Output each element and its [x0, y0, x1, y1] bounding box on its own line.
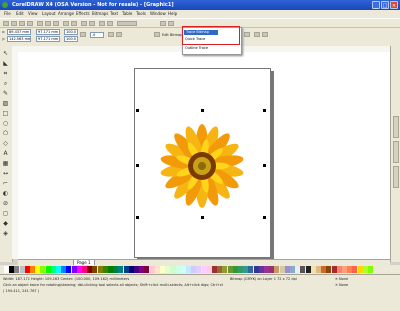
height-field[interactable]: 97.171 mm — [36, 36, 60, 42]
selection-handle[interactable] — [136, 216, 139, 219]
rotation-angle-field[interactable]: .0 — [90, 32, 104, 38]
menu-bitmaps[interactable]: Bitmaps — [92, 10, 108, 18]
shape-tool-icon[interactable]: ◣ — [2, 60, 9, 67]
object-info-text: Bitmap (CMYK) on Layer 1 72 x 72 dpi — [230, 277, 297, 281]
menu-tools[interactable]: Tools — [136, 10, 146, 18]
selection-handle[interactable] — [263, 216, 266, 219]
menu-file[interactable]: File — [4, 10, 11, 18]
wrap-text-icon[interactable] — [244, 32, 250, 37]
fill-tool-icon[interactable]: ◆ — [2, 220, 9, 227]
docker-sidebar — [390, 46, 400, 262]
maximize-button[interactable]: □ — [381, 1, 389, 9]
selection-handle[interactable] — [136, 164, 139, 167]
pick-tool-icon[interactable]: ↖ — [2, 50, 9, 57]
coreldraw-app-icon — [2, 2, 8, 8]
rectangle-tool-icon[interactable]: □ — [2, 110, 9, 117]
zoom-level-dropdown[interactable] — [117, 21, 137, 26]
connector-tool-icon[interactable]: ⌐ — [2, 180, 9, 187]
document-page[interactable] — [134, 68, 271, 258]
copy-icon[interactable] — [45, 21, 51, 26]
menu-text[interactable]: Text — [110, 10, 118, 18]
selection-handle[interactable] — [263, 164, 266, 167]
save-icon[interactable] — [19, 21, 25, 26]
export-icon[interactable] — [89, 21, 95, 26]
zoom-tool-icon[interactable]: ⌕ — [2, 80, 9, 87]
flower-core — [198, 162, 206, 170]
y-label: y: — [2, 37, 5, 41]
object-dimensions-text: Width: 187.171 Height: 109.163 Center: (… — [3, 277, 130, 281]
x-position-field[interactable]: 89.437 mm — [7, 29, 31, 35]
status-bar: Width: 187.171 Height: 109.163 Center: (… — [0, 274, 400, 311]
menu-view[interactable]: View — [28, 10, 38, 18]
docker-tab[interactable] — [393, 166, 399, 188]
color-palette — [0, 265, 400, 274]
bitmap-icon[interactable] — [154, 32, 160, 37]
fill-value: None — [339, 277, 349, 281]
mirror-vertical-icon[interactable] — [116, 32, 122, 37]
fill-indicator: ✕ None — [335, 277, 349, 281]
new-icon[interactable] — [3, 21, 9, 26]
mirror-horizontal-icon[interactable] — [108, 32, 114, 37]
freehand-tool-icon[interactable]: ✎ — [2, 90, 9, 97]
menu-effects[interactable]: Effects — [76, 10, 90, 18]
welcome-screen-icon[interactable] — [107, 21, 113, 26]
basic-shapes-tool-icon[interactable]: ◇ — [2, 140, 9, 147]
cursor-coordinates-text: ( 194.411, 241.767 ) — [3, 289, 40, 293]
selection-handle[interactable] — [201, 109, 204, 112]
menu-layout[interactable]: Layout — [42, 10, 56, 18]
paste-icon[interactable] — [53, 21, 59, 26]
print-icon[interactable] — [27, 21, 33, 26]
close-button[interactable]: × — [390, 1, 398, 9]
table-tool-icon[interactable]: ▦ — [2, 160, 9, 167]
redo-icon[interactable] — [71, 21, 77, 26]
outline-trace-menu-item[interactable]: Outline Trace — [185, 46, 208, 51]
lock-ratio-icon[interactable] — [80, 32, 86, 37]
menu-bar: File Edit View Layout Arrange Effects Bi… — [0, 10, 400, 18]
polygon-tool-icon[interactable]: ⬠ — [2, 130, 9, 137]
y-position-field[interactable]: 142.563 mm — [7, 36, 31, 42]
to-front-icon[interactable] — [254, 32, 260, 37]
menu-table[interactable]: Table — [122, 10, 132, 18]
ellipse-tool-icon[interactable]: ○ — [2, 120, 9, 127]
cut-icon[interactable] — [37, 21, 43, 26]
title-bar: CorelDRAW X4 (OSA Version - Not for resa… — [0, 0, 400, 10]
x-label: x: — [2, 30, 6, 34]
outline-tool-icon[interactable]: ◻ — [2, 210, 9, 217]
color-swatch[interactable] — [368, 266, 373, 273]
to-back-icon[interactable] — [262, 32, 268, 37]
snap-to-icon[interactable] — [160, 21, 166, 26]
outline-indicator: ✕ None — [335, 283, 349, 287]
undo-icon[interactable] — [63, 21, 69, 26]
scale-x-field[interactable]: 100.0 — [64, 29, 78, 35]
open-icon[interactable] — [11, 21, 17, 26]
blend-tool-icon[interactable]: ◐ — [2, 190, 9, 197]
selection-handle[interactable] — [201, 216, 204, 219]
selection-handle[interactable] — [263, 109, 266, 112]
smart-fill-tool-icon[interactable]: ▨ — [2, 100, 9, 107]
menu-edit[interactable]: Edit — [16, 10, 24, 18]
crop-tool-icon[interactable]: ⌗ — [2, 70, 9, 77]
width-field[interactable]: 97.171 mm — [36, 29, 60, 35]
app-launcher-icon[interactable] — [99, 21, 105, 26]
text-tool-icon[interactable]: A — [2, 150, 9, 157]
selection-handle[interactable] — [136, 109, 139, 112]
menu-arrange[interactable]: Arrange — [58, 10, 74, 18]
scale-y-field[interactable]: 100.0 — [64, 36, 78, 42]
docker-tab[interactable] — [393, 141, 399, 163]
docker-tab[interactable] — [393, 116, 399, 138]
window-title: CorelDRAW X4 (OSA Version - Not for resa… — [12, 2, 174, 8]
outline-value: None — [339, 283, 349, 287]
import-icon[interactable] — [81, 21, 87, 26]
menu-help[interactable]: Help — [168, 10, 177, 18]
interactive-fill-tool-icon[interactable]: ◈ — [2, 230, 9, 237]
menu-window[interactable]: Window — [150, 10, 166, 18]
eyedropper-tool-icon[interactable]: ⊘ — [2, 200, 9, 207]
status-hint-text: Click an object twice for rotating/skewi… — [3, 283, 223, 287]
red-highlight-box — [182, 26, 240, 45]
dimension-tool-icon[interactable]: ↔ — [2, 170, 9, 177]
flower-bitmap[interactable] — [135, 69, 270, 257]
options-icon[interactable] — [168, 21, 174, 26]
minimize-button[interactable]: _ — [372, 1, 380, 9]
